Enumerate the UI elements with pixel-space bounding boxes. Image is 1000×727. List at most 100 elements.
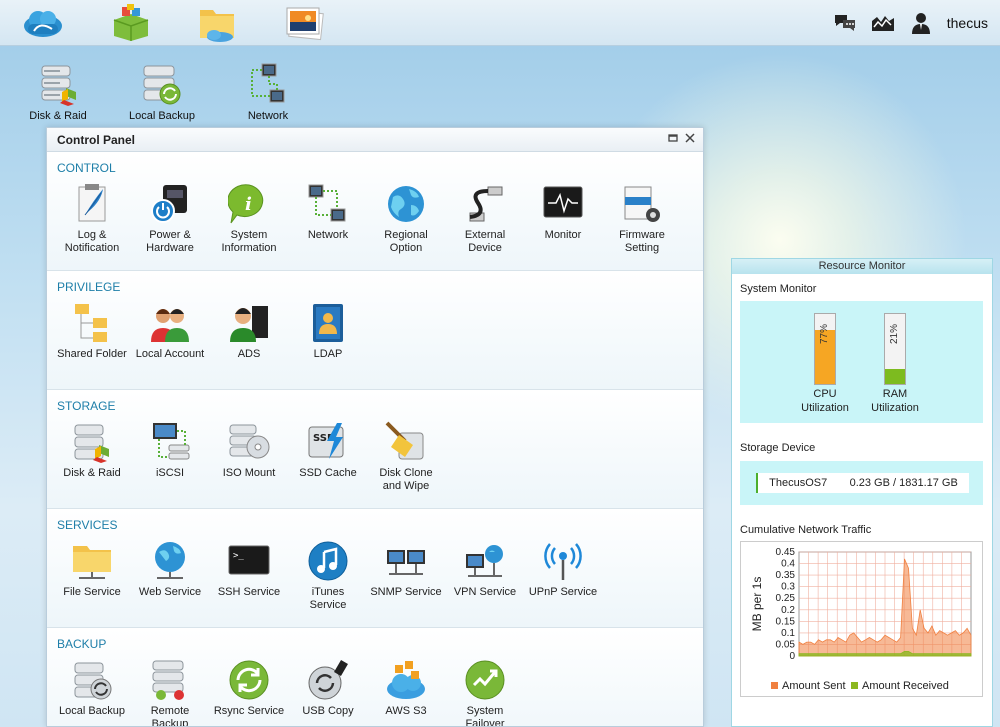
item-web-service[interactable]: Web Service	[130, 540, 210, 599]
item-label: External Device	[464, 229, 506, 254]
item-label: iSCSI	[155, 467, 185, 479]
control-panel-window: Control Panel CONTROL Log & Notification…	[46, 127, 704, 727]
maximize-icon[interactable]	[667, 133, 679, 145]
item-remote-backup[interactable]: Remote Backup	[130, 659, 210, 727]
ssd-cache-icon: SSD	[307, 421, 349, 463]
y-tick-label: 0.1	[781, 628, 795, 639]
item-regional-option[interactable]: Regional Option	[366, 183, 446, 255]
item-iso-mount[interactable]: ISO Mount	[209, 421, 289, 480]
desktop-shortcut-network[interactable]: Network	[230, 62, 306, 122]
username-label[interactable]: thecus	[947, 15, 988, 31]
item-power-hardware[interactable]: Power & Hardware	[130, 183, 210, 255]
item-firmware-setting[interactable]: Firmware Setting	[602, 183, 682, 255]
section-title: BACKUP	[57, 637, 107, 651]
storage-device-label: Storage Device	[740, 442, 816, 454]
y-tick-label: 0.15	[776, 616, 796, 627]
item-shared-folder[interactable]: Shared Folder	[52, 302, 132, 361]
item-monitor[interactable]: Monitor	[523, 183, 603, 242]
section-services: SERVICES File Service Web Service >_ SSH…	[47, 510, 703, 628]
legend-swatch	[771, 682, 778, 689]
item-system-information[interactable]: i System Information	[209, 183, 289, 255]
item-label: Disk Clone and Wipe	[379, 467, 433, 492]
item-disk-clone-wipe[interactable]: Disk Clone and Wipe	[366, 421, 446, 493]
item-label: Web Service	[138, 586, 202, 598]
snmp-icon	[385, 540, 427, 582]
local-account-icon	[149, 302, 191, 344]
item-label: Firmware Setting	[619, 229, 665, 254]
item-label: Monitor	[544, 229, 582, 241]
ram-bar-fill	[885, 369, 905, 384]
item-iscsi[interactable]: iSCSI	[130, 421, 210, 480]
desktop-shortcut-label: Local Backup	[128, 110, 196, 122]
photo-gallery-icon[interactable]	[284, 4, 326, 42]
section-control: CONTROL Log & Notification Power & Hardw…	[47, 153, 703, 271]
monitor-icon[interactable]	[871, 12, 895, 34]
resource-monitor-title: Resource Monitor	[732, 259, 992, 274]
cloud-logo-icon[interactable]	[22, 4, 64, 42]
usb-copy-icon	[307, 659, 349, 701]
item-ldap[interactable]: LDAP	[288, 302, 368, 361]
item-label: System Information	[221, 229, 277, 254]
item-ssd-cache[interactable]: SSD SSD Cache	[288, 421, 368, 480]
top-bar: thecus	[0, 0, 1000, 46]
power-hardware-icon	[149, 183, 191, 225]
disk-raid-icon	[36, 62, 80, 106]
item-label: USB Copy	[302, 705, 354, 717]
app-center-icon[interactable]	[110, 4, 152, 42]
section-storage: STORAGE Disk & Raid iSCSI ISO Mount SSD …	[47, 391, 703, 509]
item-system-failover[interactable]: System Failover	[445, 659, 525, 726]
item-label: Log & Notification	[64, 229, 120, 254]
item-label: Regional Option	[384, 229, 428, 254]
storage-device-row[interactable]: ThecusOS7 0.23 GB / 1831.17 GB	[756, 473, 969, 493]
item-aws-s3[interactable]: AWS S3	[366, 659, 446, 718]
item-rsync-service[interactable]: Rsync Service	[209, 659, 289, 718]
item-log-notification[interactable]: Log & Notification	[52, 183, 132, 255]
item-label: Disk & Raid	[63, 467, 121, 479]
disk-clone-icon	[385, 421, 427, 463]
control-panel-titlebar[interactable]: Control Panel	[47, 128, 703, 152]
network-traffic-svg: 0.450.40.350.30.250.20.150.10.050 MB per …	[750, 547, 972, 692]
system-failover-icon	[464, 659, 506, 701]
cpu-percent: 77%	[819, 323, 830, 344]
item-usb-copy[interactable]: USB Copy	[288, 659, 368, 718]
item-itunes-service[interactable]: iTunes Service	[288, 540, 368, 612]
item-disk-raid[interactable]: Disk & Raid	[52, 421, 132, 480]
ldap-icon	[307, 302, 349, 344]
item-local-backup[interactable]: Local Backup	[52, 659, 132, 718]
item-upnp-service[interactable]: UPnP Service	[523, 540, 603, 599]
item-label: Rsync Service	[213, 705, 285, 717]
item-label: Shared Folder	[57, 348, 127, 360]
y-axis-label: MB per 1s	[750, 577, 764, 632]
item-label: iTunes Service	[309, 586, 347, 611]
item-ads[interactable]: ADS	[209, 302, 289, 361]
chat-icon[interactable]	[833, 12, 857, 34]
section-title: STORAGE	[57, 399, 116, 413]
item-snmp-service[interactable]: SNMP Service	[366, 540, 446, 599]
ram-label: RAM Utilization	[871, 388, 919, 414]
item-label: LDAP	[313, 348, 343, 360]
file-manager-icon[interactable]	[196, 4, 238, 42]
section-privilege: PRIVILEGE Shared Folder Local Account AD…	[47, 272, 703, 390]
itunes-icon	[307, 540, 349, 582]
item-ssh-service[interactable]: >_ SSH Service	[209, 540, 289, 599]
desktop-shortcut-disk-raid[interactable]: Disk & Raid	[20, 62, 96, 122]
close-icon[interactable]	[684, 133, 696, 145]
y-tick-label: 0.2	[781, 605, 795, 616]
svg-text:i: i	[245, 194, 252, 215]
item-vpn-service[interactable]: VPN Service	[445, 540, 525, 599]
resource-monitor-widget: Resource Monitor System Monitor 77% CPU …	[731, 258, 993, 727]
disk-raid-icon	[71, 421, 113, 463]
network-icon	[307, 183, 349, 225]
item-label: Remote Backup	[150, 705, 190, 727]
ram-percent: 21%	[889, 323, 900, 344]
vpn-icon	[464, 540, 506, 582]
desktop-shortcut-local-backup[interactable]: Local Backup	[124, 62, 200, 122]
item-external-device[interactable]: External Device	[445, 183, 525, 255]
user-icon[interactable]	[909, 12, 933, 34]
item-local-account[interactable]: Local Account	[130, 302, 210, 361]
section-title: PRIVILEGE	[57, 280, 121, 294]
monitor-icon	[542, 183, 584, 225]
item-file-service[interactable]: File Service	[52, 540, 132, 599]
item-network[interactable]: Network	[288, 183, 368, 242]
y-tick-label: 0.25	[776, 593, 796, 604]
